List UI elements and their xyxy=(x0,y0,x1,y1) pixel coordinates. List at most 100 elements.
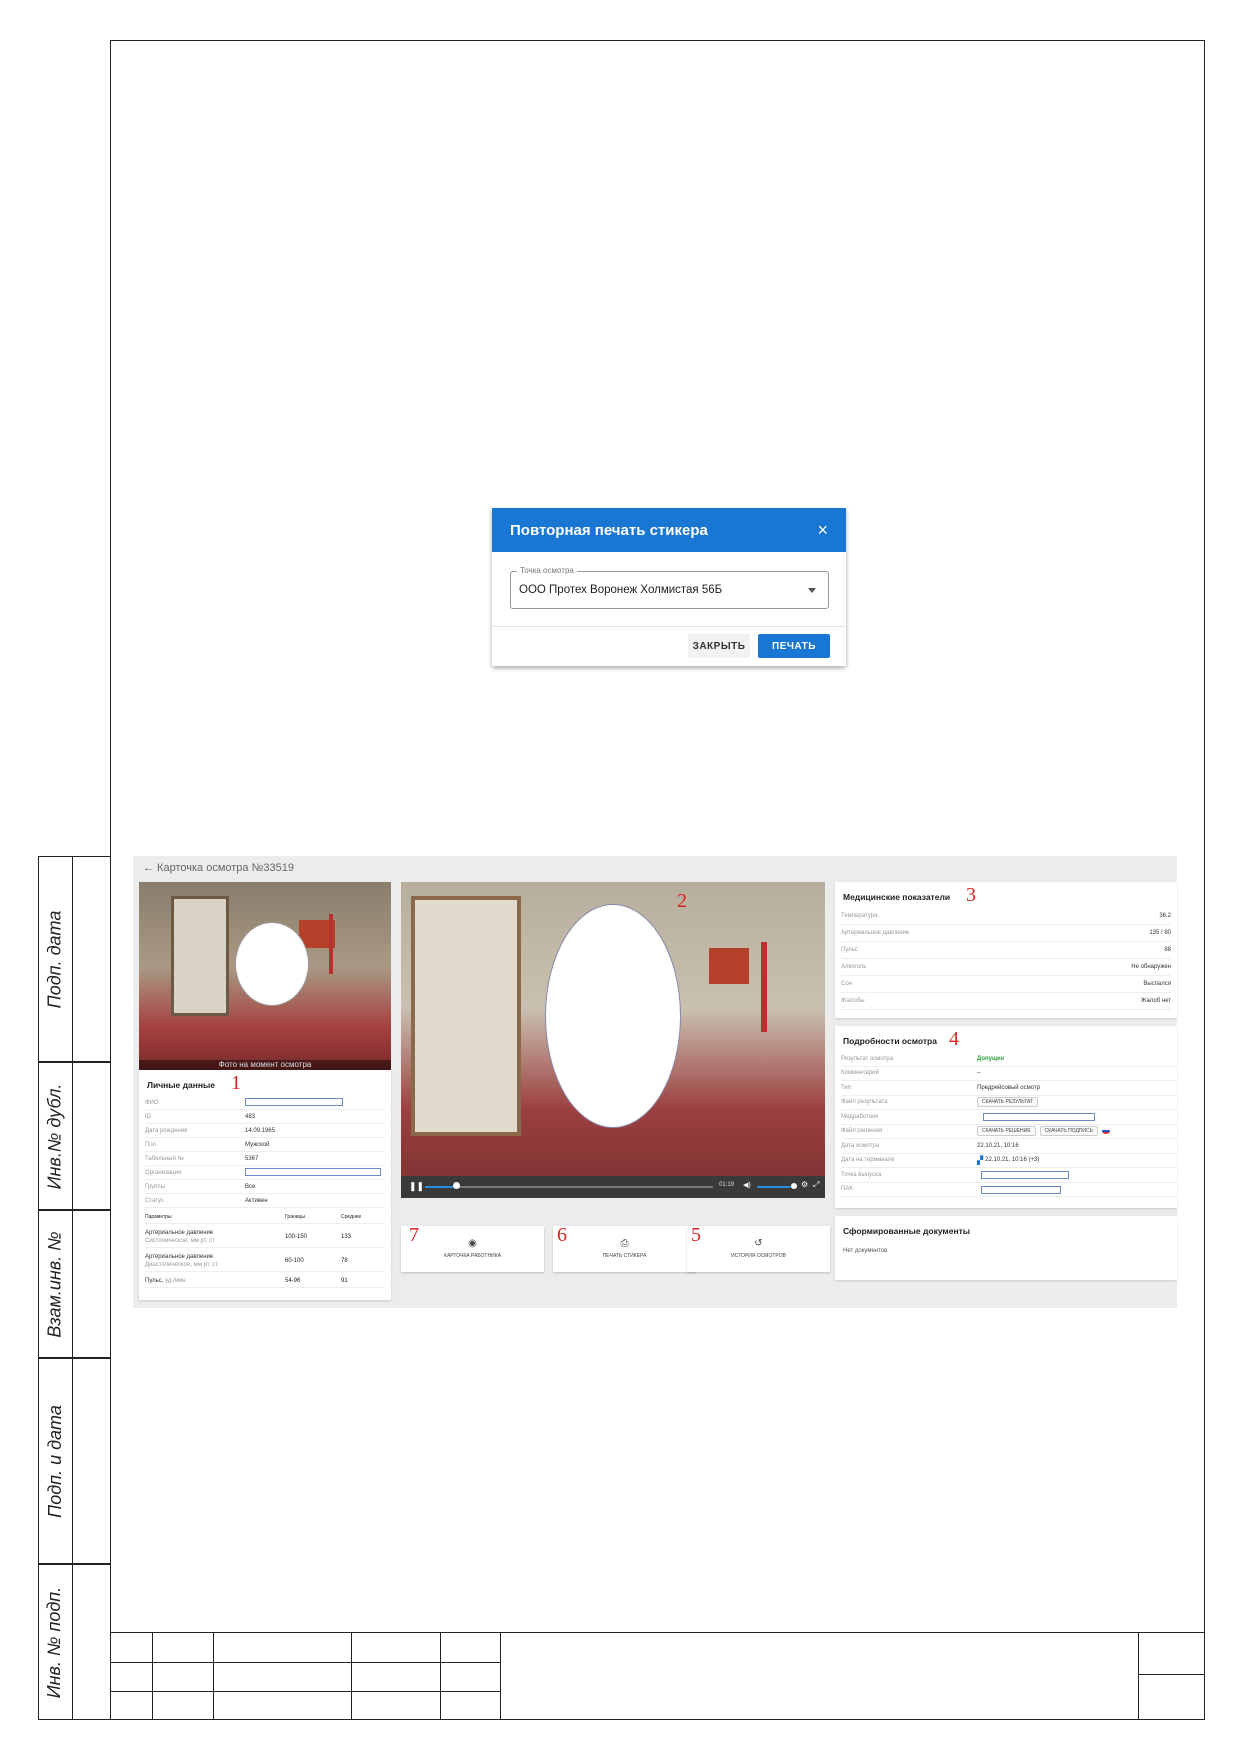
personal-title: Личные данные xyxy=(147,1080,215,1090)
side-label-2: Инв.№ дубл. xyxy=(44,1083,65,1189)
details-row: Дата осмотра 22.10.21, 10:16 xyxy=(841,1139,1177,1154)
close-button[interactable]: ЗАКРЫТЬ xyxy=(688,634,750,658)
print-sticker-button[interactable]: 6 ⎙ ПЕЧАТЬ СТИКЕРА xyxy=(553,1224,696,1272)
medical-row: Температура 36.2 xyxy=(841,908,1171,925)
volume-handle[interactable] xyxy=(791,1183,797,1189)
download-result-button[interactable]: СКАЧАТЬ РЕЗУЛЬТАТ xyxy=(977,1097,1038,1108)
param-row: Артериальное давление Систолическое, мм р… xyxy=(145,1226,385,1248)
video-door xyxy=(411,896,521,1136)
video-controls: ❚❚ 01:19 ◀) ⚙ ⤢ xyxy=(401,1176,825,1198)
param-row: Артериальное давление Диастолическое, мм … xyxy=(145,1250,385,1272)
select-label: Точка осмотра xyxy=(517,566,577,575)
dialog-title: Повторная печать стикера xyxy=(510,521,708,539)
marker-6: 6 xyxy=(557,1224,567,1246)
inspection-history-button[interactable]: 5 ↺ ИСТОРИЯ ОСМОТРОВ xyxy=(687,1224,830,1272)
fullscreen-icon[interactable]: ⤢ xyxy=(813,1180,819,1190)
dialog-divider xyxy=(492,626,846,627)
row-status: Статус Активен xyxy=(145,1194,385,1208)
medical-row: Пульс 88 xyxy=(841,942,1171,959)
medical-row: Сон Выспался xyxy=(841,976,1171,993)
row-id: ID 483 xyxy=(145,1110,385,1124)
details-row: Дата на терминале ▞ 22.10.21, 10:16 (+3) xyxy=(841,1154,1177,1168)
status-badge: Допущен xyxy=(977,1055,1004,1062)
redacted-box xyxy=(981,1185,1061,1194)
params-header: Параметры Границы Среднее xyxy=(145,1210,385,1224)
video-decor xyxy=(761,942,767,1032)
employee-card-button[interactable]: 7 ◉ КАРТОЧКА РАБОТНИКА xyxy=(401,1224,544,1272)
details-title: Подробности осмотра xyxy=(843,1036,937,1046)
photo-decor xyxy=(329,914,333,974)
title-block xyxy=(110,1632,1205,1720)
print-button[interactable]: ПЕЧАТЬ xyxy=(758,634,830,658)
marker-7: 7 xyxy=(409,1224,419,1246)
face-mask xyxy=(235,922,309,1006)
terminal-icon: ▞ xyxy=(977,1155,984,1165)
video-time: 01:19 xyxy=(719,1182,735,1188)
documents-card: Сформированные документы Нет документов xyxy=(835,1216,1177,1280)
row-organization: Организация xyxy=(145,1166,385,1180)
volume-icon[interactable]: ◀) xyxy=(743,1181,751,1189)
download-decision-button[interactable]: СКАЧАТЬ РЕШЕНИЕ xyxy=(977,1126,1036,1137)
button-label: ПЕЧАТЬ СТИКЕРА xyxy=(602,1253,647,1259)
row-groups: Группы Все xyxy=(145,1180,385,1194)
dialog-header: Повторная печать стикера × xyxy=(492,508,846,552)
progress-handle[interactable] xyxy=(453,1182,460,1189)
documents-title: Сформированные документы xyxy=(843,1226,971,1236)
details-row: ПАК xyxy=(841,1183,1177,1197)
print-icon: ⎙ xyxy=(620,1238,629,1249)
download-signature-button[interactable]: СКАЧАТЬ ПОДПИСЬ xyxy=(1039,1126,1098,1137)
marker-3: 3 xyxy=(966,884,976,906)
button-label: КАРТОЧКА РАБОТНИКА xyxy=(444,1253,501,1259)
side-label-5: Инв. № подп. xyxy=(44,1586,65,1698)
inspection-details-card: Подробности осмотра 4 Результат осмотра Д… xyxy=(835,1026,1177,1208)
side-label-4: Подп. и дата xyxy=(44,1404,65,1518)
row-gender: Пол Мужской xyxy=(145,1138,385,1152)
documents-empty: Нет документов xyxy=(843,1248,888,1254)
back-link[interactable]: ← Карточка осмотра №33519 xyxy=(143,862,294,874)
progress-track[interactable] xyxy=(425,1186,713,1188)
medical-row: Алкоголь Не обнаружен xyxy=(841,959,1171,976)
details-row: Медработник xyxy=(841,1110,1177,1125)
flag-icon xyxy=(1101,1128,1110,1135)
history-icon: ↺ xyxy=(754,1238,763,1249)
row-birthdate: Дата рождения 14.09.1965 xyxy=(145,1124,385,1138)
chevron-down-icon xyxy=(808,588,816,593)
medical-row: Жалобы Жалоб нет xyxy=(841,993,1171,1010)
reprint-sticker-dialog: Повторная печать стикера × Точка осмотра… xyxy=(492,508,846,666)
video-painting xyxy=(709,948,749,984)
medical-indicators-card: Медицинские показатели 3 Температура 36.2… xyxy=(835,882,1177,1018)
face-mask xyxy=(545,904,681,1128)
details-row: Комментарий – xyxy=(841,1067,1177,1081)
side-label-3: Взам.инв. № xyxy=(44,1230,65,1338)
redacted-box xyxy=(245,1168,381,1176)
gear-icon[interactable]: ⚙ xyxy=(801,1180,808,1189)
inspection-photo: Фото на момент осмотра xyxy=(139,882,391,1070)
inspection-point-select[interactable]: Точка осмотра ООО Протех Воронеж Холмист… xyxy=(510,566,829,609)
side-label-1: Подп. дата xyxy=(44,910,65,1008)
details-row: Точка выпуска xyxy=(841,1168,1177,1183)
video-player[interactable]: 2 ❚❚ 01:19 ◀) ⚙ ⤢ xyxy=(401,882,825,1198)
row-fio: ФИО xyxy=(145,1096,385,1110)
details-row: Файл результата СКАЧАТЬ РЕЗУЛЬТАТ xyxy=(841,1096,1177,1110)
volume-track[interactable] xyxy=(757,1186,793,1188)
redacted-box xyxy=(983,1113,1095,1121)
side-divider xyxy=(72,856,73,1720)
marker-4: 4 xyxy=(949,1028,959,1050)
row-tabnum: Табельный № 5367 xyxy=(145,1152,385,1166)
medical-title: Медицинские показатели xyxy=(843,892,951,902)
marker-2: 2 xyxy=(677,890,687,912)
redacted-box xyxy=(245,1098,343,1106)
close-icon[interactable]: × xyxy=(817,520,828,541)
personal-data-card: Личные данные 1 ФИО ID 483 Дата рождения 1… xyxy=(139,1070,391,1300)
medical-row: Артериальное давление 135 / 80 xyxy=(841,925,1171,942)
details-row: Тип Предрейсовый осмотр xyxy=(841,1081,1177,1096)
inspection-card-screenshot: ← Карточка осмотра №33519 Фото на момент… xyxy=(133,856,1177,1308)
param-row: Пульс, уд./мин 54-96 91 xyxy=(145,1274,385,1288)
button-label: ИСТОРИЯ ОСМОТРОВ xyxy=(731,1253,786,1259)
details-row: Результат осмотра Допущен xyxy=(841,1052,1177,1067)
pause-icon[interactable]: ❚❚ xyxy=(409,1181,424,1192)
photo-door xyxy=(171,896,229,1016)
eye-icon: ◉ xyxy=(468,1238,477,1249)
redacted-box xyxy=(981,1171,1069,1179)
marker-1: 1 xyxy=(231,1072,241,1094)
